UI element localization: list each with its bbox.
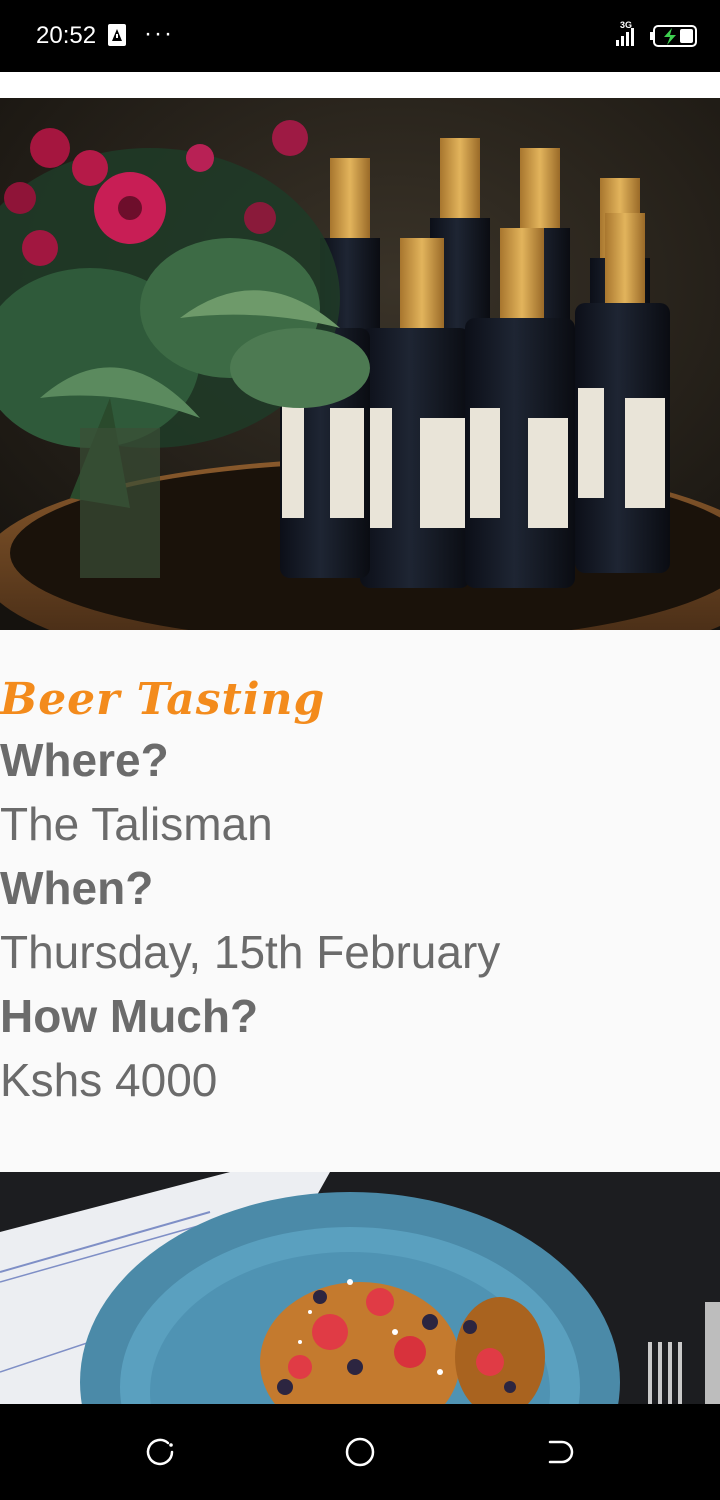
status-bar: 20:52 ··· 3G [0,0,720,72]
page-content[interactable]: Beer Tasting Where? The Talisman When? T… [0,72,720,1404]
when-value: Thursday, 15th February [0,926,501,978]
event-details: Beer Tasting Where? The Talisman When? T… [0,672,720,1112]
status-time: 20:52 [36,22,97,49]
top-strip [0,72,720,98]
network-type-label: 3G [620,20,633,30]
when-label: When? [0,862,154,914]
alert-notification-icon [108,24,126,46]
home-icon[interactable] [342,1434,378,1470]
back-icon[interactable] [542,1434,578,1470]
next-event-image [0,1172,720,1404]
price-label: How Much? [0,990,259,1042]
recent-apps-icon[interactable] [142,1434,178,1470]
event-title: Beer Tasting [0,674,326,725]
navigation-bar [0,1404,720,1500]
price-value: Kshs 4000 [0,1054,218,1106]
where-value: The Talisman [0,798,273,850]
event-image [0,98,720,630]
where-label: Where? [0,734,169,786]
overflow-dots: ··· [144,20,174,47]
battery-charging-icon [650,25,697,47]
